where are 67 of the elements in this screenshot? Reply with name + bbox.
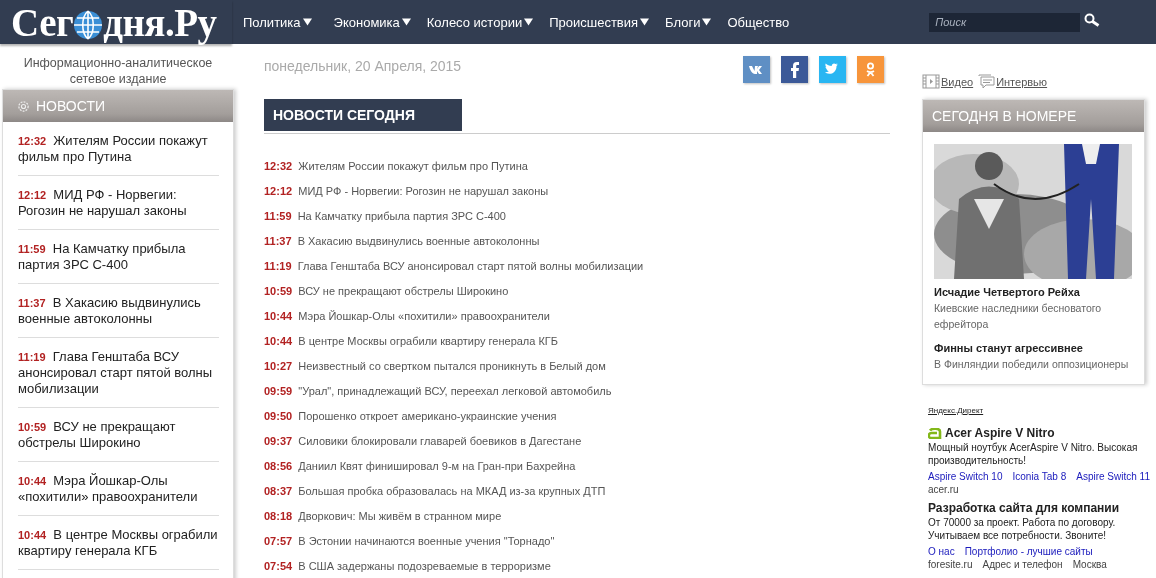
tagline: Информационно-аналитическое сетевое издание	[22, 55, 214, 88]
article-title[interactable]: Финны станут агрессивнее	[934, 340, 1136, 356]
news-link[interactable]: 11:37 В Хакасию выдвинулись военные автоколонны	[18, 295, 219, 327]
ad-text: Мощный ноутбук AcerAspire V Nitro. Высокая производительность!	[928, 441, 1139, 467]
article-title[interactable]: Исчадие Четвертого Рейха	[934, 284, 1136, 300]
ad-footer-text: foresite.ru	[928, 558, 973, 571]
odnoklassniki-icon[interactable]	[857, 56, 884, 83]
article-summary: В Финляндии победили оппозиционеры	[934, 357, 1130, 372]
nav-link[interactable]: Блоги	[665, 14, 720, 30]
nav-link[interactable]: Экономика	[333, 14, 419, 30]
facebook-icon[interactable]	[781, 56, 808, 83]
issue-header: СЕГОДНЯ В НОМЕРЕ	[923, 100, 1144, 132]
news-link[interactable]: 11:19 Глава Генштаба ВСУ анонсировал старт пятой волны мобилизации	[264, 260, 890, 285]
news-link[interactable]: 09:50 Порошенко откроет американо-украинские учения	[264, 410, 890, 435]
media-link[interactable]: Видео	[941, 75, 974, 88]
article-summary: Киевские наследники бесноватого ефрейтора	[934, 301, 1103, 332]
news-link[interactable]: 10:44 Мэра Йошкар-Олы «похитили» правоохранители	[18, 473, 219, 505]
ad-footer-text: Адрес и телефон	[982, 558, 1063, 571]
news-link[interactable]: 09:37 Силовики блокировали главарей боевиков в Дагестане	[264, 435, 890, 460]
ad-link[interactable]: Портфолио - лучшие сайты	[964, 545, 1093, 558]
ad-link[interactable]: Aspire Switch 11	[1076, 470, 1150, 483]
ad-text: От 70000 за проект. Работа по договору. Учитываем все потребности. Звоните!	[928, 516, 1117, 542]
search-icon[interactable]	[1084, 13, 1101, 27]
ad-footer-text: Москва	[1072, 558, 1107, 571]
news-link[interactable]: 10:44 Мэра Йошкар-Олы «похитили» правоохранители	[264, 310, 890, 335]
ad-footer-text: acer.ru	[928, 483, 959, 496]
news-link[interactable]: 11:59 На Камчатку прибыла партия ЗРС С-400	[264, 210, 890, 235]
news-link[interactable]: 11:59 На Камчатку прибыла партия ЗРС С-400	[18, 241, 219, 273]
news-link[interactable]: 12:32 Жителям России покажут фильм про Путина	[264, 160, 890, 185]
media-link[interactable]: Интервью	[996, 75, 1048, 88]
nav-link[interactable]: Колесо истории	[426, 14, 542, 30]
news-link[interactable]: 10:27 Неизвестный со свертком пытался проникнуть в Белый дом	[264, 360, 890, 385]
nav-link[interactable]: Происшествия	[549, 14, 658, 30]
globe-icon	[73, 10, 104, 40]
ad-link[interactable]: Iconia Tab 8	[1012, 470, 1067, 483]
ad-network-link[interactable]: Яндекс.Директ	[928, 404, 984, 417]
gear-icon	[17, 99, 30, 113]
search-field[interactable]: Поиск	[929, 12, 1081, 32]
nav-link[interactable]: Политика	[243, 14, 320, 30]
news-link[interactable]: 10:59 ВСУ не прекращают обстрелы Широкино	[264, 285, 890, 310]
section-title: НОВОСТИ СЕГОДНЯ	[264, 99, 462, 131]
date-text: понедельник, 20 Апреля, 2015	[264, 58, 462, 76]
news-link[interactable]: 10:44 В центре Москвы ограбили квартиру генерала КГБ	[18, 527, 219, 559]
nav-link[interactable]: Общество	[727, 14, 798, 30]
ad-title[interactable]: Разработка сайта для компании	[928, 500, 1120, 516]
news-link[interactable]: 11:37 В Хакасию выдвинулись военные автоколонны	[264, 235, 890, 260]
ad-title[interactable]: Acer Aspire V Nitro	[945, 425, 1055, 441]
news-link[interactable]: 08:56 Даниил Квят финишировал 9-м на Гран-при Бахрейна	[264, 460, 890, 485]
news-link[interactable]: 08:37 Большая пробка образовалась на МКАД из-за крупных ДТП	[264, 485, 890, 510]
news-link[interactable]: 12:12 МИД РФ - Норвегии: Рогозин не нарушал законы	[18, 187, 219, 219]
news-link[interactable]: 12:32 Жителям России покажут фильм про Путина	[18, 133, 219, 165]
news-link[interactable]: 09:59 "Урал", принадлежащий ВСУ, переехал легковой автомобиль	[264, 385, 890, 410]
news-link[interactable]: 11:19 Глава Генштаба ВСУ анонсировал старт пятой волны мобилизации	[18, 349, 219, 397]
twitter-icon[interactable]	[819, 56, 846, 83]
news-link[interactable]: 12:12 МИД РФ - Норвегии: Рогозин не нарушал законы	[264, 185, 890, 210]
ad-link[interactable]: О нас	[928, 545, 955, 558]
ad-link[interactable]: Aspire Switch 10	[928, 470, 1003, 483]
site-logo[interactable]: Сег дня.Ру	[0, 0, 232, 44]
news-link[interactable]: 07:54 В США задержаны подозреваемые в терроризме	[264, 560, 890, 578]
speech-bubbles-icon	[977, 74, 996, 89]
film-icon	[922, 74, 940, 89]
news-link[interactable]: 08:18 Дворкович: Мы живём в странном мире	[264, 510, 890, 535]
vk-icon[interactable]	[743, 56, 770, 83]
news-link[interactable]: 07:57 В Эстонии начинаются военные учения "Торнадо"	[264, 535, 890, 560]
news-link[interactable]: 10:44 В центре Москвы ограбили квартиру генерала КГБ	[264, 335, 890, 360]
news-link[interactable]: 10:59 ВСУ не прекращают обстрелы Широкино	[18, 419, 219, 451]
sidebar-title: НОВОСТИ	[36, 98, 106, 114]
